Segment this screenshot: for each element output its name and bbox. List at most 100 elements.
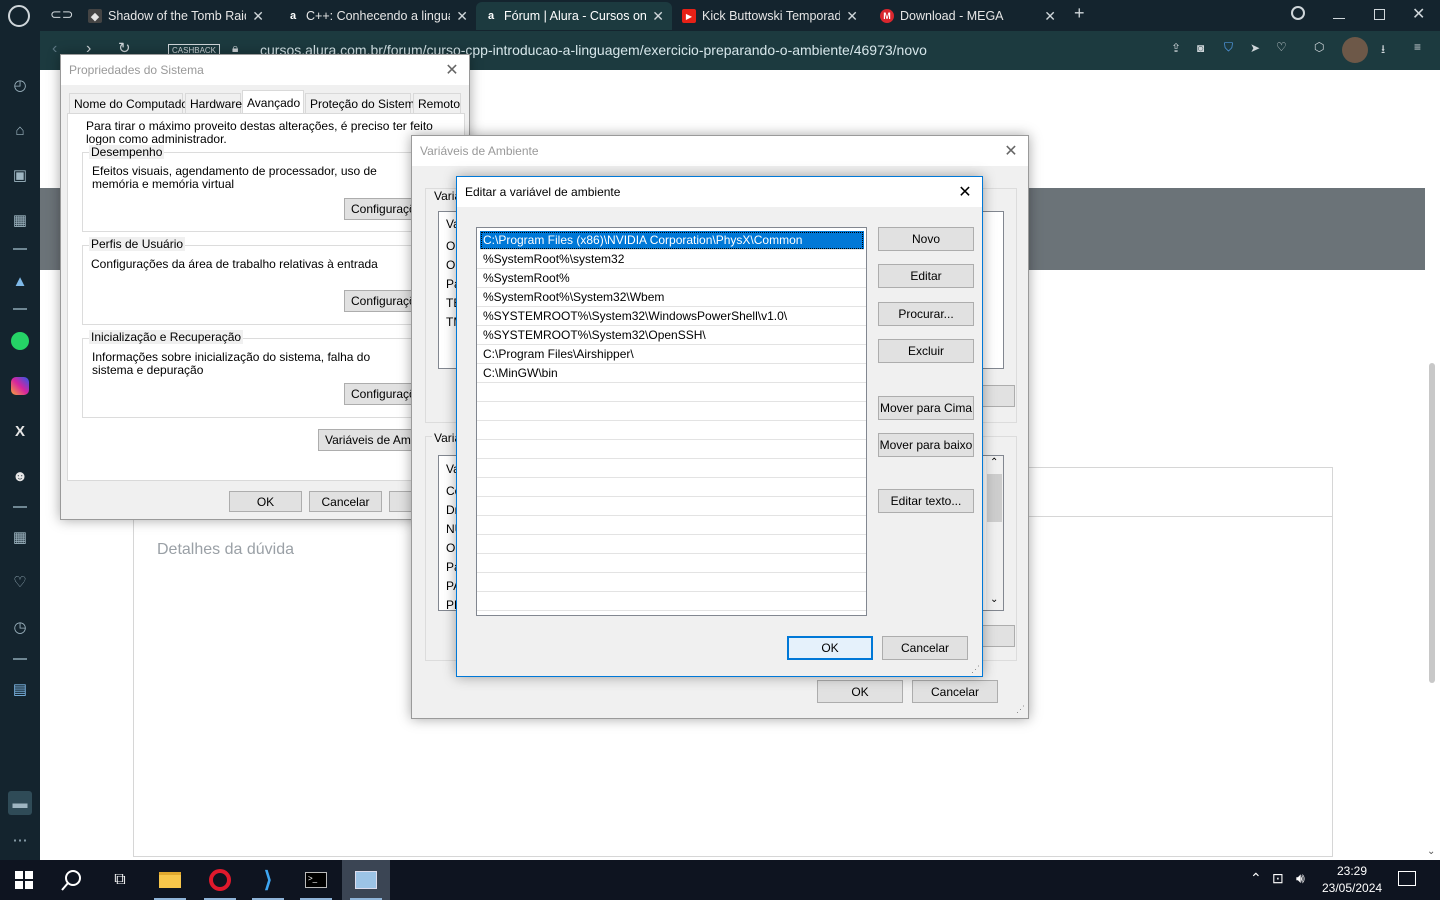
more-icon[interactable]: ⋯ [8,828,32,852]
empty-row[interactable] [477,459,866,478]
system-settings-icon[interactable] [342,860,390,900]
edit-button[interactable]: Editar [878,264,974,288]
send-icon[interactable]: ➤ [1250,41,1260,55]
vpn-shield-icon[interactable]: ⛉ [1224,40,1233,55]
empty-row[interactable] [477,383,866,402]
resize-grip-icon[interactable]: ⋰ [1016,704,1025,715]
page-scrollbar[interactable]: ⌄ [1425,70,1440,860]
task-view-icon[interactable]: ⧉ [96,860,144,900]
delete-button[interactable]: Excluir [878,339,974,363]
empty-row[interactable] [477,478,866,497]
discord-icon[interactable]: ☻ [8,464,32,488]
details-placeholder[interactable]: Detalhes da dúvida [157,541,294,559]
cancel-button[interactable]: Cancelar [309,491,382,512]
tab-advanced[interactable]: Avançado [242,90,304,114]
scroll-thumb[interactable] [987,474,1002,522]
tab-kick-buttowski[interactable]: ▶ Kick Buttowski Temporada ✕ [674,2,866,30]
extensions-grid-icon[interactable]: ▦ [8,525,32,549]
clock-time[interactable]: 23:29 [1337,864,1367,878]
scroll-up-icon[interactable]: ⌃ [990,457,998,468]
close-icon[interactable]: ✕ [652,8,664,25]
empty-row[interactable] [477,592,866,611]
history-icon[interactable]: ◷ [8,615,32,639]
list-scrollbar[interactable]: ⌃ ⌄ [986,456,1003,610]
cpu-icon[interactable]: ▦ [8,208,32,232]
list-item[interactable]: %SystemRoot%\System32\Wbem [477,288,866,307]
volume-icon[interactable]: 🔊︎ [1296,870,1305,887]
extensions-cube-icon[interactable]: ⬡ [1314,40,1324,54]
easy-setup-icon[interactable]: ≡ [1414,40,1421,54]
twitch-icon[interactable]: ▣ [8,163,32,187]
vscode-icon[interactable]: ⟩ [244,860,292,900]
terminal-icon[interactable]: >_ [292,860,340,900]
network-icon[interactable]: ⊡ [1272,870,1284,887]
close-icon[interactable]: ✕ [1000,140,1022,162]
tab-system-protection[interactable]: Proteção do Sistema [305,93,421,113]
list-item[interactable]: C:\Program Files\Airshipper\ [477,345,866,364]
scroll-down-icon[interactable]: ⌄ [990,594,998,605]
x-twitter-icon[interactable]: X [8,419,32,443]
cancel-button[interactable]: Cancelar [912,680,998,703]
share-icon[interactable]: ⇪ [1171,41,1181,55]
instagram-icon[interactable] [8,374,32,398]
empty-row[interactable] [477,516,866,535]
tab-workspaces-icon[interactable]: ⊂⊃ [50,6,73,23]
opera-icon[interactable] [196,860,244,900]
flow-icon[interactable]: ⌂ [8,118,32,142]
tab-computer-name[interactable]: Nome do Computador [69,93,192,113]
move-up-button[interactable]: Mover para Cima [878,396,974,420]
bed-icon[interactable]: ▬ [8,791,32,815]
empty-row[interactable] [477,440,866,459]
ok-button[interactable]: OK [787,636,873,660]
search-icon[interactable] [48,860,96,900]
empty-row[interactable] [477,573,866,592]
tab-remote[interactable]: Remoto [413,93,461,113]
empty-row[interactable] [477,421,866,440]
close-icon[interactable]: ✕ [1044,8,1056,25]
translate-icon[interactable]: ▤ [8,677,32,701]
close-window-icon[interactable]: ✕ [1412,4,1425,24]
empty-row[interactable] [477,497,866,516]
close-icon[interactable]: ✕ [252,8,264,25]
speed-dial-icon[interactable]: ◴ [8,73,32,97]
profile-avatar[interactable] [1342,37,1368,63]
ok-button[interactable]: OK [817,680,903,703]
file-explorer-icon[interactable] [146,860,194,900]
back-icon[interactable]: ‹ [52,40,57,58]
favorite-heart-icon[interactable]: ♡ [1276,40,1287,54]
downloads-icon[interactable]: ⭳ [1381,40,1385,61]
close-icon[interactable]: ✕ [456,8,468,25]
start-windows-icon[interactable] [0,860,48,900]
empty-row[interactable] [477,535,866,554]
empty-row[interactable] [477,554,866,573]
close-icon[interactable]: ✕ [846,8,858,25]
tab-tomb-raider[interactable]: ◆ Shadow of the Tomb Raide ✕ [80,2,272,30]
move-down-button[interactable]: Mover para baixo [878,433,974,457]
path-entries-list[interactable]: C:\Program Files (x86)\NVIDIA Corporatio… [476,227,867,616]
tab-hardware[interactable]: Hardware [185,93,242,113]
tab-mega[interactable]: M Download - MEGA ✕ [872,2,1064,30]
list-item-selected[interactable]: C:\Program Files (x86)\NVIDIA Corporatio… [480,231,864,250]
tab-alura-forum[interactable]: a Fórum | Alura - Cursos onli ✕ [476,2,672,30]
new-tab-icon[interactable]: + [1074,3,1085,24]
opera-menu-icon[interactable] [8,5,30,27]
new-button[interactable]: Novo [878,227,974,251]
heart-icon[interactable]: ♡ [8,570,32,594]
list-item[interactable]: %SYSTEMROOT%\System32\WindowsPowerShell\… [477,307,866,326]
restore-icon[interactable] [1374,9,1385,20]
page-scroll-thumb[interactable] [1429,363,1435,683]
tray-chevron-icon[interactable]: ⌃ [1250,870,1262,887]
list-item[interactable]: C:\MinGW\bin [477,364,866,383]
clock-date[interactable]: 23/05/2024 [1322,881,1382,895]
notifications-icon[interactable] [1398,871,1416,886]
close-icon[interactable]: ✕ [441,59,463,81]
browse-button[interactable]: Procurar... [878,302,974,326]
ok-button[interactable]: OK [229,491,302,512]
empty-row[interactable] [477,402,866,421]
edit-text-button[interactable]: Editar texto... [878,489,974,513]
list-item[interactable]: %SystemRoot%\system32 [477,250,866,269]
whatsapp-icon[interactable] [8,329,32,353]
search-tabs-icon[interactable] [1291,6,1305,20]
close-icon[interactable]: ✕ [954,181,976,203]
aria-icon[interactable]: ▲ [8,269,32,293]
